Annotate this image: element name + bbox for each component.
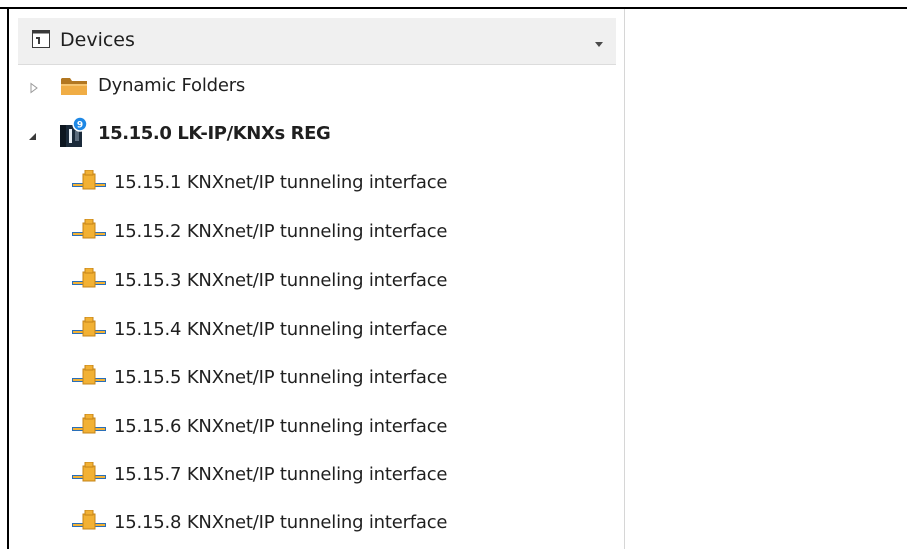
devices-panel-header[interactable]: Devices	[18, 18, 616, 65]
tree-item-label: 15.15.4 KNXnet/IP tunneling interface	[114, 319, 448, 340]
tree-item-label: 15.15.6 KNXnet/IP tunneling interface	[114, 416, 448, 437]
tunneling-interface-icon	[72, 267, 106, 294]
tree-item-label: 15.15.8 KNXnet/IP tunneling interface	[114, 512, 448, 533]
tree-item-label: 15.15.5 KNXnet/IP tunneling interface	[114, 367, 448, 388]
expand-arrow-icon[interactable]	[28, 79, 40, 94]
tree-item-interface[interactable]: 15.15.2 KNXnet/IP tunneling interface	[18, 211, 616, 255]
tree-item-interface[interactable]: 15.15.1 KNXnet/IP tunneling interface	[18, 162, 616, 206]
tunneling-interface-icon	[72, 364, 106, 391]
tree-item-label: 15.15.0 LK-IP/KNXs REG	[98, 123, 331, 144]
tunneling-interface-icon	[72, 461, 106, 488]
tree-item-interface[interactable]: 15.15.3 KNXnet/IP tunneling interface	[18, 260, 616, 304]
dropdown-arrow-icon[interactable]	[593, 34, 605, 47]
tree-item-interface[interactable]: 15.15.5 KNXnet/IP tunneling interface	[18, 357, 616, 401]
tree-item-interface[interactable]: 15.15.6 KNXnet/IP tunneling interface	[18, 406, 616, 450]
tunneling-interface-icon	[72, 316, 106, 343]
tree-item-interface[interactable]: 15.15.7 KNXnet/IP tunneling interface	[18, 454, 616, 498]
tunneling-interface-icon	[72, 169, 106, 196]
tree-item-label: 15.15.3 KNXnet/IP tunneling interface	[114, 270, 448, 291]
ip-router-device-icon: 9	[58, 115, 90, 153]
collapse-arrow-icon[interactable]	[26, 127, 38, 140]
tree-item-interface[interactable]: 15.15.4 KNXnet/IP tunneling interface	[18, 309, 616, 353]
tree-item-device[interactable]: 9 15.15.0 LK-IP/KNXs REG	[18, 113, 616, 157]
tunneling-interface-icon	[72, 509, 106, 536]
tree-item-label: Dynamic Folders	[98, 75, 246, 96]
panel-divider[interactable]	[624, 9, 625, 549]
panel-title: Devices	[60, 29, 135, 51]
tree-item-dynamic-folders[interactable]: Dynamic Folders	[18, 65, 616, 109]
tree-item-interface[interactable]: 15.15.8 KNXnet/IP tunneling interface	[18, 502, 616, 546]
tree-item-label: 15.15.1 KNXnet/IP tunneling interface	[114, 172, 448, 193]
tunneling-interface-icon	[72, 218, 106, 245]
panel-window-icon	[32, 30, 50, 48]
tunneling-interface-icon	[72, 413, 106, 440]
svg-text:9: 9	[77, 121, 83, 131]
folder-icon	[60, 75, 88, 101]
tree-item-label: 15.15.2 KNXnet/IP tunneling interface	[114, 221, 448, 242]
tree-item-label: 15.15.7 KNXnet/IP tunneling interface	[114, 464, 448, 485]
